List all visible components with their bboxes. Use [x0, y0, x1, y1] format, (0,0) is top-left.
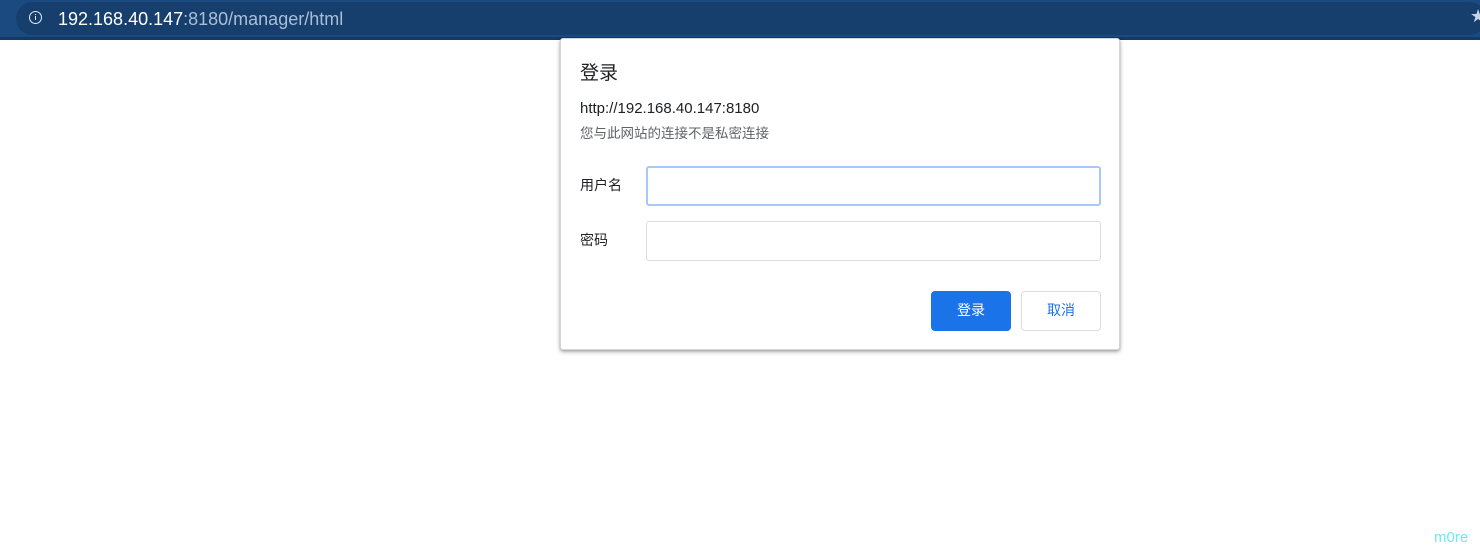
username-label: 用户名 [580, 178, 622, 194]
star-icon[interactable]: ★ [1470, 8, 1480, 26]
cancel-button[interactable]: 取消 [1021, 291, 1101, 331]
password-label: 密码 [580, 233, 608, 249]
connection-warning: 您与此网站的连接不是私密连接 [580, 126, 769, 142]
login-button[interactable]: 登录 [931, 291, 1011, 331]
browser-toolbar: 192.168.40.147:8180/manager/html ★ [0, 0, 1480, 40]
url-host: 192.168.40.147 [58, 9, 184, 29]
dialog-title: 登录 [580, 62, 619, 84]
login-dialog: 登录 http://192.168.40.147:8180 您与此网站的连接不是… [560, 38, 1120, 350]
username-input[interactable] [646, 166, 1101, 206]
url-path: :8180/manager/html [183, 9, 344, 29]
watermark: m0re [1434, 529, 1469, 546]
address-bar[interactable]: 192.168.40.147:8180/manager/html [16, 2, 1480, 35]
dialog-origin: http://192.168.40.147:8180 [580, 100, 760, 117]
url-text[interactable]: 192.168.40.147:8180/manager/html [58, 8, 343, 30]
info-circle-icon[interactable] [29, 11, 42, 24]
password-input[interactable] [646, 221, 1101, 261]
